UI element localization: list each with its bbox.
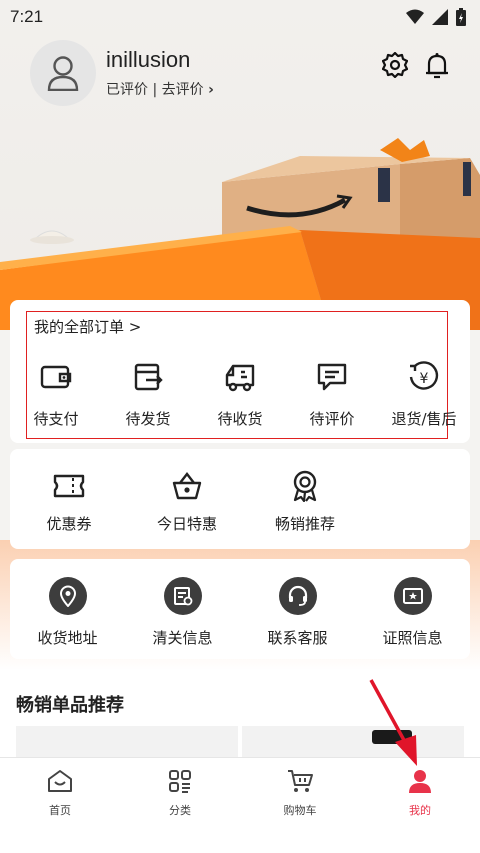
service-label: 清关信息 bbox=[152, 629, 213, 647]
order-status-label: 待收货 bbox=[217, 410, 263, 428]
truck-icon bbox=[223, 360, 257, 394]
bottom-tab-bar: 首页 分类 购物车 我的 bbox=[0, 757, 480, 853]
refund-yen-icon: ¥ bbox=[407, 360, 441, 394]
tab-category[interactable]: 分类 bbox=[120, 758, 240, 853]
services-row: 收货地址 清关信息 联系客服 证照信息 bbox=[10, 577, 470, 648]
comment-icon bbox=[316, 360, 348, 394]
tab-profile[interactable]: 我的 bbox=[360, 758, 480, 853]
tab-home[interactable]: 首页 bbox=[0, 758, 120, 853]
signal-icon bbox=[432, 9, 448, 25]
award-ribbon-icon bbox=[290, 469, 320, 503]
review-links: 已评价 | 去评价 › bbox=[106, 79, 214, 99]
review-separator: | bbox=[152, 82, 158, 98]
section-title: 畅销单品推荐 bbox=[16, 695, 124, 716]
settings-gear-icon[interactable] bbox=[381, 51, 409, 84]
customs-doc-icon bbox=[163, 577, 202, 615]
chevron-right-icon: › bbox=[208, 82, 214, 98]
customer-service-entry[interactable]: 联系客服 bbox=[240, 577, 355, 648]
profile-icon bbox=[409, 770, 431, 793]
basket-icon bbox=[171, 469, 203, 503]
service-label: 联系客服 bbox=[267, 629, 328, 647]
home-icon bbox=[48, 770, 72, 792]
order-status-row: 待支付 待发货 待收货 待评价 ¥ 退货/售后 bbox=[10, 360, 470, 429]
all-orders-link[interactable]: 我的全部订单 > bbox=[34, 316, 141, 337]
tab-label: 首页 bbox=[49, 804, 71, 817]
orders-card: 我的全部订单 > 待支付 待发货 待收货 待评价 ¥ 退货/售后 bbox=[10, 300, 470, 443]
product-card[interactable] bbox=[16, 726, 238, 760]
shipping-address-entry[interactable]: 收货地址 bbox=[10, 577, 125, 648]
status-bar: 7:21 bbox=[0, 0, 480, 34]
deals-card: 优惠券 今日特惠 畅销推荐 bbox=[10, 449, 470, 549]
bestseller-section: 畅销单品推荐 bbox=[0, 670, 480, 760]
license-star-icon bbox=[393, 577, 432, 615]
deal-label: 优惠券 bbox=[46, 515, 92, 533]
license-info-entry[interactable]: 证照信息 bbox=[355, 577, 470, 648]
order-status-label: 待支付 bbox=[33, 410, 79, 428]
cart-icon bbox=[288, 770, 313, 792]
to-review-link[interactable]: 去评价 bbox=[162, 82, 204, 98]
tab-label: 购物车 bbox=[283, 804, 317, 817]
service-label: 证照信息 bbox=[382, 629, 443, 647]
profile-info: inillusion 已评价 | 去评价 › bbox=[106, 47, 214, 99]
order-status-label: 待评价 bbox=[309, 410, 355, 428]
headset-icon bbox=[278, 577, 317, 615]
wifi-icon bbox=[406, 9, 424, 24]
battery-icon bbox=[456, 8, 466, 26]
avatar[interactable] bbox=[30, 40, 96, 106]
daily-deals-entry[interactable]: 今日特惠 bbox=[128, 469, 246, 534]
order-pending-review[interactable]: 待评价 bbox=[286, 360, 378, 429]
coupon-ticket-icon bbox=[52, 469, 86, 503]
coupons-entry[interactable]: 优惠券 bbox=[10, 469, 128, 534]
bestseller-entry[interactable]: 畅销推荐 bbox=[246, 469, 364, 534]
category-icon bbox=[169, 770, 191, 793]
deal-label: 今日特惠 bbox=[156, 515, 217, 533]
location-pin-icon bbox=[48, 577, 87, 615]
wallet-icon bbox=[40, 360, 72, 394]
product-thumbnail bbox=[372, 730, 412, 744]
order-pending-receipt[interactable]: 待收货 bbox=[194, 360, 286, 429]
status-icons bbox=[406, 8, 466, 26]
notification-bell-icon[interactable] bbox=[424, 52, 450, 84]
tab-cart[interactable]: 购物车 bbox=[240, 758, 360, 853]
services-card: 收货地址 清关信息 联系客服 证照信息 bbox=[10, 559, 470, 659]
reviewed-link[interactable]: 已评价 bbox=[106, 82, 148, 98]
username: inillusion bbox=[106, 47, 191, 72]
status-time: 7:21 bbox=[10, 7, 44, 26]
order-status-label: 退货/售后 bbox=[391, 410, 457, 428]
deal-label: 畅销推荐 bbox=[274, 515, 335, 533]
tab-label: 我的 bbox=[409, 804, 431, 817]
order-refund-aftersale[interactable]: ¥ 退货/售后 bbox=[378, 360, 470, 429]
order-pending-payment[interactable]: 待支付 bbox=[10, 360, 102, 429]
profile-header: inillusion 已评价 | 去评价 › bbox=[30, 40, 214, 106]
service-label: 收货地址 bbox=[37, 629, 98, 647]
product-card[interactable] bbox=[242, 726, 464, 760]
box-export-icon bbox=[133, 360, 163, 394]
header-actions bbox=[381, 51, 450, 84]
order-pending-shipment[interactable]: 待发货 bbox=[102, 360, 194, 429]
svg-text:¥: ¥ bbox=[420, 371, 429, 387]
tab-label: 分类 bbox=[169, 804, 191, 817]
customs-info-entry[interactable]: 清关信息 bbox=[125, 577, 240, 648]
user-silhouette-icon bbox=[47, 56, 79, 91]
deals-row: 优惠券 今日特惠 畅销推荐 bbox=[10, 469, 470, 534]
order-status-label: 待发货 bbox=[125, 410, 171, 428]
